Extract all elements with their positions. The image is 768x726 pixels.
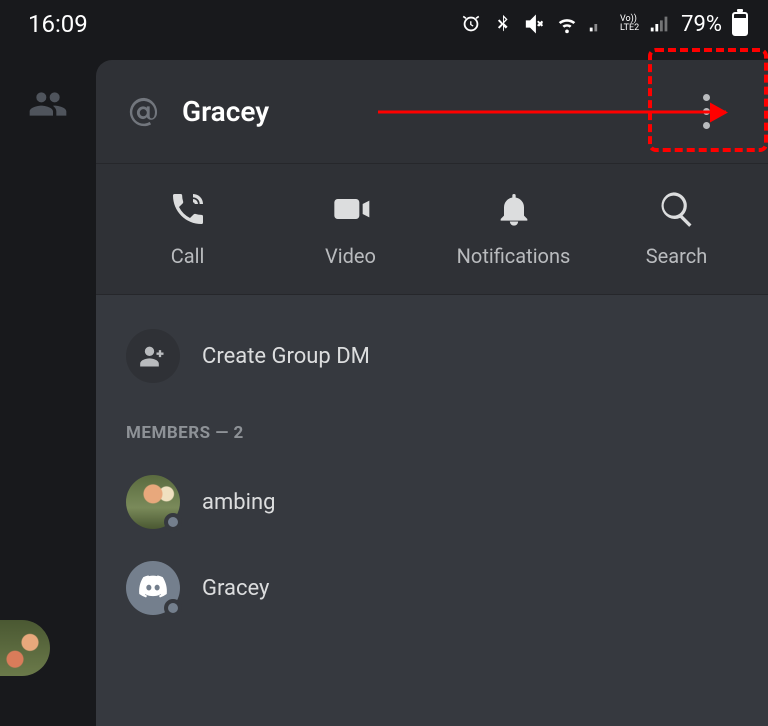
panel-body: Create Group DM Members — 2 ambing Grace… xyxy=(96,295,768,726)
members-heading: Members — 2 xyxy=(120,397,744,459)
status-offline-icon xyxy=(164,599,182,617)
search-icon xyxy=(656,188,698,230)
network-lte-icon: Vo)) LTE2 xyxy=(620,13,639,35)
notifications-label: Notifications xyxy=(457,244,571,268)
wifi-icon xyxy=(556,13,578,35)
sidebar-dm-avatar[interactable] xyxy=(0,620,50,676)
status-indicators: Vo)) LTE2 79% xyxy=(460,12,748,37)
more-options-button[interactable] xyxy=(686,92,726,132)
action-row: Call Video Notifications Search xyxy=(96,164,768,295)
call-label: Call xyxy=(171,244,205,268)
call-button[interactable]: Call xyxy=(113,188,263,268)
video-button[interactable]: Video xyxy=(276,188,426,268)
create-group-dm-button[interactable]: Create Group DM xyxy=(120,315,744,397)
battery-percentage: 79% xyxy=(681,12,722,37)
status-time: 16:09 xyxy=(28,10,88,38)
search-button[interactable]: Search xyxy=(602,188,752,268)
add-user-icon xyxy=(126,329,180,383)
member-name: ambing xyxy=(202,490,275,515)
member-row[interactable]: Gracey xyxy=(120,545,744,631)
member-avatar xyxy=(126,561,180,615)
status-bar: 16:09 Vo)) LTE2 79% xyxy=(0,0,768,48)
bluetooth-icon xyxy=(492,13,514,35)
video-label: Video xyxy=(325,244,376,268)
notifications-button[interactable]: Notifications xyxy=(439,188,589,268)
annotation-arrow xyxy=(378,110,726,113)
dm-panel: Gracey Call Video xyxy=(96,60,768,726)
member-row[interactable]: ambing xyxy=(120,459,744,545)
create-group-dm-label: Create Group DM xyxy=(202,344,370,369)
signal-2-icon xyxy=(649,13,671,35)
panel-header: Gracey xyxy=(96,60,768,164)
status-offline-icon xyxy=(164,513,182,531)
dm-username: Gracey xyxy=(182,95,269,128)
battery-icon xyxy=(732,12,748,36)
signal-1-icon xyxy=(588,13,610,35)
mute-icon xyxy=(524,13,546,35)
at-icon xyxy=(124,92,164,132)
member-name: Gracey xyxy=(202,576,269,601)
member-avatar xyxy=(126,475,180,529)
phone-icon xyxy=(167,188,209,230)
discord-logo-icon xyxy=(137,570,169,606)
friends-icon[interactable] xyxy=(28,84,68,128)
video-icon xyxy=(330,188,372,230)
alarm-icon xyxy=(460,13,482,35)
search-label: Search xyxy=(646,244,707,268)
server-sidebar xyxy=(0,48,96,726)
bell-icon xyxy=(493,188,535,230)
